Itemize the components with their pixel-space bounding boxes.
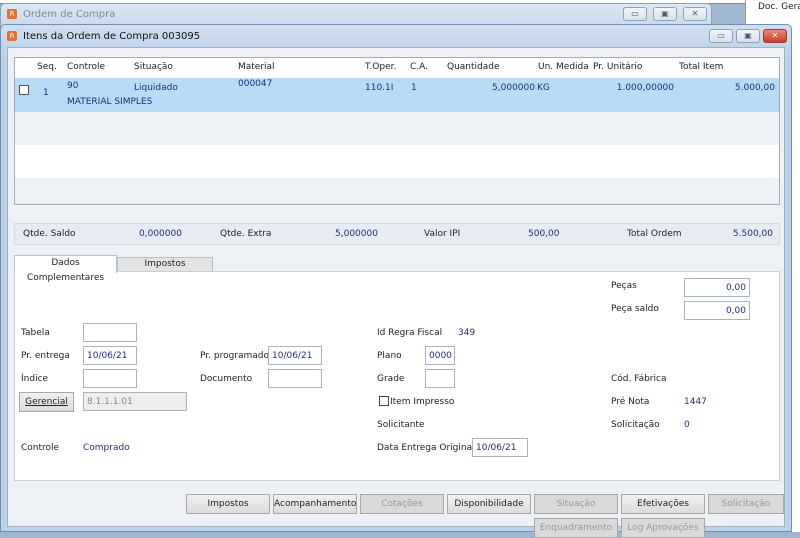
total-ordem-label: Total Ordem <box>627 229 682 239</box>
valor-ipi-label: Valor IPI <box>424 229 461 239</box>
controle-label: Controle <box>21 443 60 453</box>
disponibilidade-button[interactable]: Disponibilidade <box>447 494 531 514</box>
tab-impostos[interactable]: Impostos <box>117 257 213 272</box>
close-icon[interactable]: ✕ <box>763 29 787 43</box>
column-header[interactable]: Pr. Unitário <box>593 62 642 72</box>
cell-ca: 1 <box>411 83 417 93</box>
total-ordem-value: 5.500,00 <box>732 229 773 239</box>
table-row[interactable]: 1 90 MATERIAL SIMPLES Liquidado 000047 1… <box>15 78 779 112</box>
column-header[interactable]: Un. Medida <box>538 62 589 72</box>
cell-material-desc: MATERIAL SIMPLES <box>67 97 153 107</box>
dados-complementares-panel: Peças 0,00 Peça saldo 0,00 Tabela Id Reg… <box>14 271 780 481</box>
cotacoes-button[interactable]: Cotações <box>360 494 444 514</box>
situacao-button[interactable]: Situação <box>534 494 618 514</box>
data-entrega-original-input[interactable]: 10/06/21 <box>472 438 528 457</box>
log-aprovacoes-button[interactable]: Log Aprovações <box>621 518 705 538</box>
column-header[interactable]: Material <box>238 62 275 72</box>
valor-ipi-value: 500,00 <box>528 229 560 239</box>
solicitacao-button[interactable]: Solicitação <box>708 494 784 514</box>
pr-entrega-label: Pr. entrega <box>21 351 70 361</box>
column-header[interactable]: T.Oper. <box>365 62 396 72</box>
item-impresso-checkbox[interactable] <box>379 396 389 406</box>
qtde-extra-label: Qtde. Extra <box>220 229 272 239</box>
window-title: Itens da Ordem de Compra 003095 <box>23 31 201 42</box>
doc-gerado-label: Doc. Gerac <box>758 2 800 12</box>
grade-label: Grade <box>377 374 405 384</box>
solicitacao-label: Solicitação <box>611 420 660 430</box>
column-header[interactable]: Quantidade <box>447 62 500 72</box>
background-window-title: Ordem de Compra <box>23 9 116 20</box>
gerencial-button[interactable]: Gerencial <box>19 392 74 412</box>
cod-fabrica-label: Cód. Fábrica <box>611 374 667 384</box>
qtde-extra-value: 5,000000 <box>335 229 378 239</box>
cell-controle: 90 <box>67 81 79 91</box>
column-header[interactable]: C.A. <box>410 62 428 72</box>
pre-nota-value: 1447 <box>684 397 707 407</box>
minimize-icon[interactable]: ▭ <box>709 29 733 43</box>
gerencial-input: 8.1.1.1.01 <box>83 392 187 411</box>
items-window: R Itens da Ordem de Compra 003095 ▭ ▣ ✕ … <box>0 24 792 538</box>
cell-quantidade: 5,000000 <box>492 83 535 93</box>
peca-saldo-input[interactable]: 0,00 <box>684 301 750 320</box>
controle-value: Comprado <box>83 443 130 453</box>
cell-material: 000047 <box>238 79 273 89</box>
impostos-button[interactable]: Impostos <box>186 494 270 514</box>
pecas-input[interactable]: 0,00 <box>684 278 750 297</box>
column-header[interactable]: Situação <box>134 62 173 72</box>
plano-input[interactable]: 0000 <box>425 346 455 365</box>
id-regra-fiscal-label: Id Regra Fiscal <box>377 328 443 338</box>
id-regra-fiscal-value: 349 <box>458 328 476 338</box>
pr-programado-input[interactable]: 10/06/21 <box>268 346 322 365</box>
cell-situacao: Liquidado <box>134 83 178 93</box>
summary-bar: Qtde. Saldo 0,000000 Qtde. Extra 5,00000… <box>14 223 780 245</box>
tabela-input[interactable] <box>83 323 137 342</box>
cell-toper: 110.1I <box>365 83 394 93</box>
documento-input[interactable] <box>268 369 322 388</box>
column-header[interactable]: Total Item <box>679 62 723 72</box>
grade-input[interactable] <box>425 369 455 388</box>
item-impresso-label: Item Impresso <box>390 397 455 407</box>
column-header[interactable]: Seq. <box>37 62 57 72</box>
window-client: Seq. Controle Situação Material T.Oper. … <box>7 47 785 538</box>
maximize-icon[interactable]: ▣ <box>736 29 760 43</box>
qtde-saldo-label: Qtde. Saldo <box>23 229 76 239</box>
solicitante-label: Solicitante <box>377 420 425 430</box>
efetivacoes-button[interactable]: Efetivações <box>621 494 705 514</box>
plano-label: Plano <box>377 351 402 361</box>
tabela-label: Tabela <box>21 328 50 338</box>
minimize-icon[interactable]: ▭ <box>623 7 647 21</box>
app-logo-icon: R <box>7 31 17 41</box>
indice-label: Índice <box>21 374 49 384</box>
acompanhamento-button[interactable]: Acompanhamento <box>273 494 357 514</box>
pr-entrega-input[interactable]: 10/06/21 <box>83 346 137 365</box>
cell-pr-unitario: 1.000,00000 <box>616 83 674 93</box>
enquadramento-button[interactable]: Enquadramento <box>534 518 618 538</box>
items-grid: Seq. Controle Situação Material T.Oper. … <box>14 57 780 205</box>
cell-seq: 1 <box>43 88 49 98</box>
solicitacao-value: 0 <box>684 420 690 430</box>
tab-dados-complementares[interactable]: Dados Complementares <box>14 255 117 283</box>
documento-label: Documento <box>200 374 253 384</box>
empty-row <box>15 178 779 204</box>
indice-input[interactable] <box>83 369 137 388</box>
app-logo-icon: R <box>7 9 17 19</box>
cell-total-item: 5.000,00 <box>734 83 775 93</box>
cell-un-medida: KG <box>537 83 550 93</box>
close-icon[interactable]: ✕ <box>683 7 707 21</box>
maximize-icon[interactable]: ▣ <box>653 7 677 21</box>
column-header[interactable]: Controle <box>67 62 105 72</box>
pre-nota-label: Pré Nota <box>611 397 650 407</box>
data-entrega-original-label: Data Entrega Original <box>377 443 475 453</box>
empty-row <box>15 112 779 145</box>
pr-programado-label: Pr. programado <box>200 351 270 361</box>
row-checkbox[interactable] <box>19 85 29 95</box>
pecas-label: Peças <box>611 281 637 291</box>
qtde-saldo-value: 0,000000 <box>139 229 182 239</box>
peca-saldo-label: Peça saldo <box>611 304 659 314</box>
